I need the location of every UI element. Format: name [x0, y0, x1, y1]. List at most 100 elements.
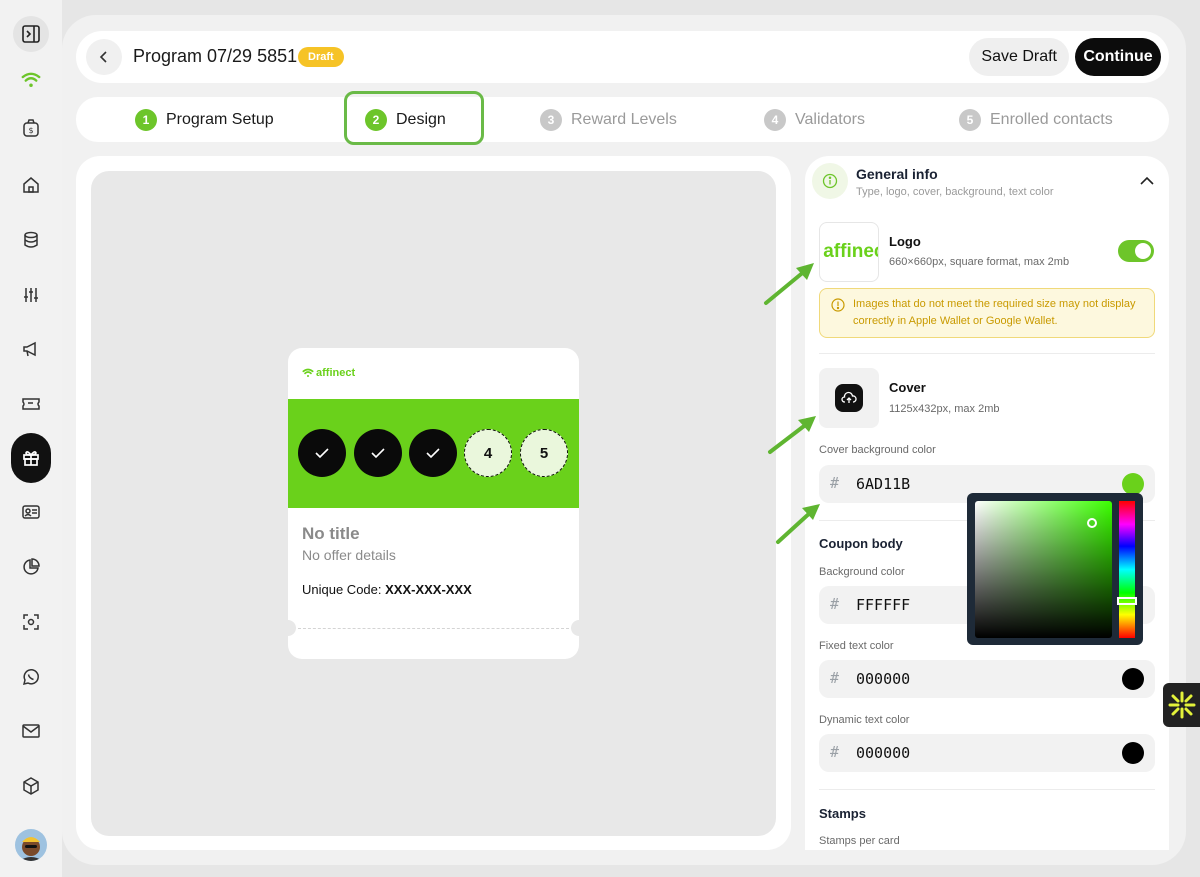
sidebar-item-scan[interactable]: [11, 602, 51, 642]
sidebar-item-email[interactable]: [11, 711, 51, 751]
card-title: No title: [302, 524, 360, 543]
sidebar-item-home[interactable]: [11, 165, 51, 205]
step-number: 4: [764, 108, 786, 131]
back-button[interactable]: [86, 39, 122, 75]
design-step-highlight: [344, 91, 484, 145]
pie-chart-icon: [23, 558, 40, 575]
logo-toggle[interactable]: [1118, 240, 1154, 262]
sidebar-item-whatsapp[interactable]: [11, 657, 51, 697]
hue-slider[interactable]: [1119, 501, 1135, 638]
status-badge: Draft: [298, 47, 344, 67]
gift-icon: [23, 451, 39, 466]
money-bag-icon: $: [23, 119, 39, 137]
stamps-per-card-label: Stamps per card: [819, 835, 900, 847]
card-unique-code: Unique Code: XXX-XXX-XXX: [302, 582, 472, 597]
sliders-icon: [24, 288, 38, 302]
stamp-filled: [298, 429, 346, 477]
step-label: Enrolled contacts: [990, 110, 1113, 128]
coupon-body-title: Coupon body: [819, 536, 903, 551]
card-cover: 4 5: [288, 399, 579, 508]
save-draft-button[interactable]: Save Draft: [969, 38, 1069, 76]
megaphone-icon: [23, 341, 36, 357]
continue-button[interactable]: Continue: [1075, 38, 1161, 76]
card-logo: affinect: [302, 367, 355, 379]
mail-icon: [22, 724, 40, 738]
divider: [819, 789, 1155, 790]
upload-cloud-icon: [835, 384, 863, 412]
wifi-logo-icon: [21, 72, 41, 88]
sidebar-logo[interactable]: [11, 60, 51, 100]
check-icon: [371, 448, 385, 459]
sidebar-item-rewards[interactable]: [11, 433, 51, 483]
color-swatch[interactable]: [1122, 742, 1144, 764]
sidebar-toggle-button[interactable]: [13, 16, 49, 52]
sidebar-item-analytics[interactable]: [11, 547, 51, 587]
sidebar-item-tickets[interactable]: [11, 384, 51, 424]
stamp-filled: [409, 429, 457, 477]
user-avatar-icon: [19, 837, 43, 861]
stamp-empty: 4: [464, 429, 512, 477]
hash-prefix: #: [830, 669, 840, 687]
sidebar-item-filters[interactable]: [11, 275, 51, 315]
general-info-title: General info: [856, 166, 938, 182]
color-picker-popover: [967, 493, 1143, 645]
svg-text:$: $: [28, 126, 33, 135]
avatar[interactable]: [15, 829, 47, 861]
coupon-card-preview: affinect 4 5 No title No offer details U…: [288, 348, 579, 659]
code-value: XXX-XXX-XXX: [385, 582, 472, 597]
cover-upload-tile[interactable]: [819, 368, 879, 428]
home-icon: [23, 177, 39, 193]
help-widget-button[interactable]: [1163, 683, 1200, 727]
info-icon: [812, 163, 848, 199]
background-color-value: FFFFFF: [856, 596, 911, 614]
step-label: Validators: [795, 110, 865, 128]
annotation-arrow-icon: [768, 416, 816, 454]
step-enrolled-contacts[interactable]: 5 Enrolled contacts: [959, 97, 1113, 142]
logo-upload-tile[interactable]: affinect: [819, 222, 879, 282]
id-card-icon: [22, 505, 40, 519]
card-logo-text: affinect: [316, 367, 356, 379]
top-bar: Program 07/29 5851 Draft Save Draft Cont…: [76, 31, 1169, 83]
cover-bg-value: 6AD11B: [856, 475, 911, 493]
cover-title: Cover: [889, 380, 926, 395]
chevron-up-icon: [1140, 176, 1154, 185]
stepper: 1 Program Setup 2 Design 3 Reward Levels…: [76, 97, 1169, 142]
wifi-logo-icon: [302, 368, 314, 377]
fixed-text-color-label: Fixed text color: [819, 640, 894, 652]
chevron-left-icon: [99, 51, 107, 63]
code-label: Unique Code:: [302, 582, 382, 597]
sidebar-item-campaigns[interactable]: [11, 329, 51, 369]
step-program-setup[interactable]: 1 Program Setup: [135, 97, 274, 142]
stamp-empty: 5: [520, 429, 568, 477]
sidebar: $: [0, 0, 62, 877]
color-swatch[interactable]: [1122, 668, 1144, 690]
saturation-handle[interactable]: [1087, 518, 1097, 528]
sidebar-item-database[interactable]: [11, 220, 51, 260]
hue-handle[interactable]: [1117, 597, 1137, 605]
database-icon: [24, 231, 38, 248]
dynamic-text-color-input[interactable]: # 000000: [819, 734, 1155, 772]
warning-text: Images that do not meet the required siz…: [853, 298, 1136, 327]
page-title: Program 07/29 5851: [133, 46, 298, 66]
hash-prefix: #: [830, 595, 840, 613]
color-swatch[interactable]: [1122, 473, 1144, 495]
card-notch-right: [571, 620, 579, 636]
stamps-title: Stamps: [819, 806, 866, 821]
sidebar-item-contacts[interactable]: [11, 492, 51, 532]
collapse-toggle[interactable]: [1139, 174, 1155, 192]
fixed-text-color-input[interactable]: # 000000: [819, 660, 1155, 698]
sidebar-item-billing[interactable]: $: [11, 108, 51, 148]
step-label: Program Setup: [166, 110, 274, 128]
sidebar-item-integrations[interactable]: [11, 766, 51, 806]
logo-tile-text: affinect: [823, 241, 878, 262]
step-reward-levels[interactable]: 3 Reward Levels: [540, 97, 677, 142]
logo-subtitle: 660×660px, square format, max 2mb: [889, 256, 1070, 268]
cube-icon: [23, 777, 39, 795]
general-info-subtitle: Type, logo, cover, background, text colo…: [856, 186, 1054, 198]
sparkle-icon: [1168, 691, 1195, 719]
dynamic-text-color-label: Dynamic text color: [819, 714, 910, 726]
divider: [819, 353, 1155, 354]
annotation-arrow-icon: [764, 263, 814, 305]
step-validators[interactable]: 4 Validators: [764, 97, 865, 142]
ticket-icon: [22, 398, 40, 410]
